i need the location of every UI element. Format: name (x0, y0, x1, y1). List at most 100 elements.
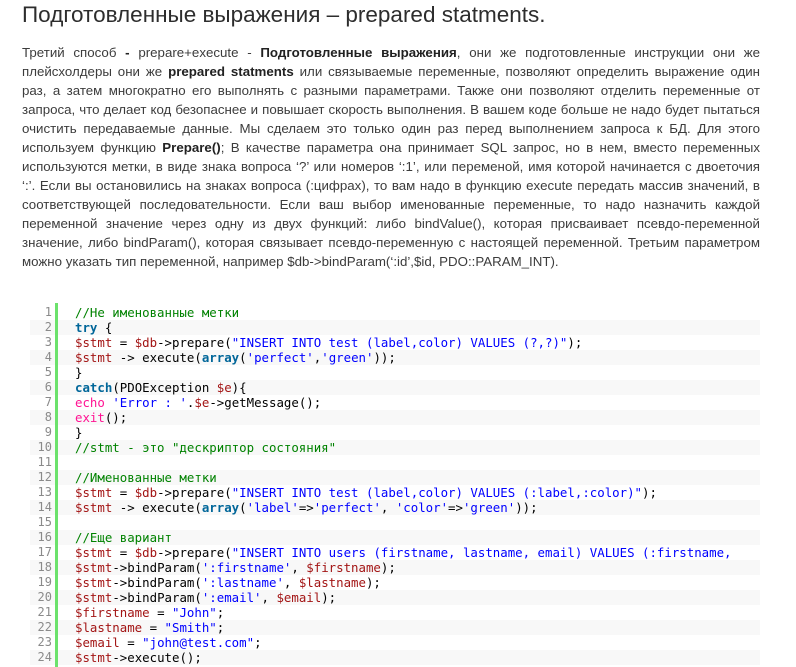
code-token: "INSERT INTO users (firstname, lastname,… (231, 545, 732, 560)
code-token: , (261, 590, 277, 605)
code-token: -> execute( (112, 500, 202, 515)
code-text: $email = "john@test.com"; (75, 635, 262, 650)
code-text: //Еще вариант (75, 530, 172, 545)
line-number: 5 (44, 365, 52, 379)
code-token: )); (515, 500, 538, 515)
code-token: ); (321, 590, 337, 605)
code-token: $stmt (75, 350, 113, 365)
code-token: (PDOException (112, 380, 217, 395)
bold-text: Подготовленные выражения (260, 45, 457, 60)
code-token: 'Error : ' (112, 395, 187, 410)
code-token: //Именованные метки (75, 470, 217, 485)
page-title: Подготовленные выражения – prepared stat… (22, 2, 546, 27)
code-token: $stmt (75, 500, 113, 515)
code-token: exit (75, 410, 105, 425)
code-text: $stmt = $db->prepare("INSERT INTO test (… (75, 335, 582, 350)
code-token: ->bindParam( (112, 560, 202, 575)
code-token: ); (365, 575, 381, 590)
code-text: } (75, 365, 82, 380)
code-token: $e (216, 380, 232, 395)
line-number: 18 (37, 560, 52, 574)
code-token: $firstname (306, 560, 381, 575)
code-text: $stmt->execute(); (75, 650, 202, 665)
code-token: -> execute( (112, 350, 202, 365)
text-run: prepare+execute - (138, 45, 261, 60)
code-token: = (112, 545, 135, 560)
code-token: ->getMessage(); (209, 395, 322, 410)
line-number: 23 (37, 635, 52, 649)
code-token: ->prepare( (157, 335, 232, 350)
line-number: 19 (37, 575, 52, 589)
code-token: ){ (231, 380, 247, 395)
line-number: 16 (37, 530, 52, 544)
code-text: $stmt -> execute(array('label'=>'perfect… (75, 500, 538, 515)
code-token: ( (239, 350, 247, 365)
code-token: $email (276, 590, 322, 605)
line-number: 2 (44, 320, 52, 334)
code-token: ->prepare( (157, 485, 232, 500)
code-text: $stmt->bindParam(':email', $email); (75, 590, 336, 605)
code-token: ); (567, 335, 583, 350)
code-token: ':firstname' (201, 560, 292, 575)
code-token: 'perfect' (246, 350, 314, 365)
code-token: $email (75, 635, 120, 650)
code-row-background (30, 320, 760, 335)
line-number: 14 (37, 500, 52, 514)
code-row-background (30, 410, 760, 425)
code-text: catch(PDOException $e){ (75, 380, 247, 395)
code-token: ( (239, 500, 247, 515)
line-number: 8 (44, 410, 52, 424)
code-text: //stmt - это "дескриптор состояния" (75, 440, 336, 455)
bold-text: - (125, 45, 139, 60)
code-token: 'green' (321, 350, 374, 365)
code-token: $stmt (75, 560, 113, 575)
text-run: ; В качестве параметра она принимает SQL… (22, 140, 760, 269)
code-token: } (75, 425, 83, 440)
line-number: 17 (37, 545, 52, 559)
code-token: , (380, 500, 396, 515)
code-token: "INSERT INTO test (label,color) VALUES (… (231, 485, 642, 500)
code-token: $stmt (75, 590, 113, 605)
line-number: 13 (37, 485, 52, 499)
code-token: //Не именованные метки (75, 305, 240, 320)
code-text: $lastname = "Smith"; (75, 620, 224, 635)
code-token: = (149, 605, 172, 620)
code-text: //Не именованные метки (75, 305, 239, 320)
line-number: 6 (44, 380, 52, 394)
code-token: 'color' (395, 500, 449, 515)
code-token: "INSERT INTO test (label,color) VALUES (… (231, 335, 568, 350)
code-token: 'perfect' (313, 500, 381, 515)
code-token: $stmt (75, 335, 113, 350)
code-token: 'label' (246, 500, 299, 515)
code-token: array (201, 500, 240, 515)
code-token: $lastname (298, 575, 366, 590)
code-text: echo 'Error : '.$e->getMessage(); (75, 395, 321, 410)
code-token: $stmt (75, 575, 113, 590)
code-block: 1//Не именованные метки 2 try {3 $stmt = $d… (30, 303, 760, 667)
line-number: 7 (44, 395, 52, 409)
code-token: $stmt (75, 485, 113, 500)
line-number: 21 (37, 605, 52, 619)
code-token: ; (216, 605, 225, 620)
code-text: $stmt = $db->prepare("INSERT INTO users … (75, 545, 732, 560)
line-number: 4 (44, 350, 52, 364)
code-token: ); (642, 485, 657, 500)
code-token: $db (134, 545, 158, 560)
code-token: ':lastname' (201, 575, 284, 590)
code-token: "John" (172, 605, 217, 620)
code-text: $firstname = "John"; (75, 605, 224, 620)
code-token: ; (216, 620, 225, 635)
line-number: 20 (37, 590, 52, 604)
code-token: "john@test.com" (142, 635, 255, 650)
code-token: ->prepare( (157, 545, 232, 560)
line-number: 3 (44, 335, 52, 349)
article-paragraph: Третий способ - prepare+execute - Подгот… (22, 43, 760, 271)
code-token: , (283, 575, 299, 590)
article: Подготовленные выражения – prepared stat… (0, 0, 796, 667)
code-text: //Именованные метки (75, 470, 217, 485)
code-token: ':email' (201, 590, 262, 605)
code-text: $stmt->bindParam(':lastname', $lastname)… (75, 575, 381, 590)
line-number: 9 (44, 425, 52, 439)
code-token: = (142, 620, 165, 635)
code-token: $e (194, 395, 210, 410)
